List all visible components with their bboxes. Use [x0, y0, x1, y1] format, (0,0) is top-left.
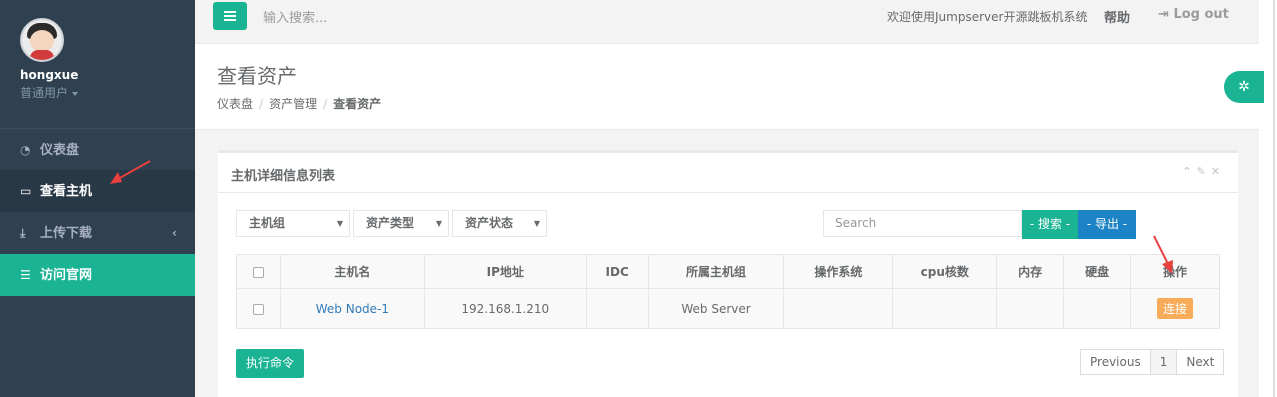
column-header: 操作: [1130, 254, 1220, 289]
column-header[interactable]: 所属主机组: [647, 254, 785, 289]
sidebar-item-upload-download[interactable]: ⤓ 上传下载 ‹: [0, 212, 195, 254]
cpu-cell: [892, 288, 998, 329]
panel-header: 主机详细信息列表 ⌃✎✕: [218, 153, 1238, 193]
column-header[interactable]: IDC: [585, 254, 649, 289]
wrench-icon[interactable]: ✎: [1197, 165, 1211, 178]
host-table: 主机名 IP地址 IDC 所属主机组 操作系统 cpu核数 内存 硬盘 操作 W…: [236, 254, 1220, 329]
breadcrumb-asset-management[interactable]: 资产管理: [269, 97, 317, 111]
help-link[interactable]: 帮助: [1104, 7, 1130, 26]
sign-out-icon: ⇥: [1158, 7, 1169, 22]
top-navbar: 输入搜索... 欢迎使用Jumpserver开源跳板机系统 帮助 ⇥ Log o…: [195, 0, 1259, 44]
dashboard-icon: ◔: [20, 143, 31, 157]
sidebar-item-view-hosts[interactable]: ▭ 查看主机: [0, 170, 195, 212]
sidebar-item-official-site[interactable]: ☰ 访问官网: [0, 254, 195, 296]
caret-down-icon: [72, 91, 79, 96]
pagination-page[interactable]: 1: [1149, 349, 1178, 375]
pagination: Previous 1 Next: [1080, 349, 1225, 375]
idc-cell: [585, 288, 649, 329]
row-checkbox[interactable]: [252, 303, 264, 315]
search-button[interactable]: - 搜索 -: [1022, 210, 1078, 239]
chevron-down-icon: ▼: [336, 219, 343, 228]
row-select-cell: [236, 288, 281, 329]
column-header[interactable]: 硬盘: [1063, 254, 1132, 289]
download-icon: ⤓: [20, 226, 26, 240]
sidebar-item-label: 访问官网: [40, 268, 93, 283]
table-header-row: 主机名 IP地址 IDC 所属主机组 操作系统 cpu核数 内存 硬盘 操作: [236, 254, 1220, 289]
export-button[interactable]: - 导出 -: [1078, 210, 1136, 239]
execute-command-button[interactable]: 执行命令: [236, 349, 304, 378]
pagination-next[interactable]: Next: [1176, 349, 1225, 375]
user-role-dropdown[interactable]: 普通用户: [20, 84, 195, 101]
action-cell: 连接: [1130, 288, 1220, 329]
avatar[interactable]: [20, 18, 64, 62]
breadcrumb: 仪表盘 / 资产管理 / 查看资产: [217, 97, 382, 111]
asset-status-select-label: 资产状态: [465, 216, 514, 230]
connect-button[interactable]: 连接: [1157, 298, 1194, 319]
ip-cell: 192.168.1.210: [423, 288, 587, 329]
column-header[interactable]: IP地址: [423, 254, 587, 289]
panel-tools: ⌃✎✕: [1182, 165, 1225, 178]
column-header[interactable]: 内存: [996, 254, 1065, 289]
panel-title: 主机详细信息列表: [231, 169, 336, 184]
table-row: Web Node-1 192.168.1.210 Web Server 连接: [236, 288, 1220, 329]
host-list-panel: 主机详细信息列表 ⌃✎✕ 主机组 ▼ 资产类型 ▼ 资产状态 ▼ Search - 搜…: [218, 150, 1238, 397]
page-heading: 查看资产 仪表盘 / 资产管理 / 查看资产: [195, 44, 1259, 130]
asset-status-select[interactable]: 资产状态 ▼: [452, 210, 547, 237]
sidebar-item-label: 查看主机: [40, 184, 93, 199]
memory-cell: [996, 288, 1065, 329]
gears-icon: ✲: [1238, 79, 1250, 95]
chevron-down-icon: ▼: [435, 219, 442, 228]
sidebar-item-label: 仪表盘: [40, 143, 80, 158]
pagination-previous[interactable]: Previous: [1080, 349, 1151, 375]
hostname-cell: Web Node-1: [279, 288, 425, 329]
top-search-input[interactable]: 输入搜索...: [263, 7, 327, 26]
scrollbar-thumb[interactable]: [1273, 0, 1275, 397]
logout-label: Log out: [1173, 7, 1229, 22]
sidebar-item-dashboard[interactable]: ◔ 仪表盘: [0, 128, 195, 170]
menu-toggle-button[interactable]: [213, 2, 247, 30]
host-group-select-label: 主机组: [249, 216, 286, 230]
os-cell: [783, 288, 894, 329]
select-all-checkbox[interactable]: [252, 266, 264, 278]
breadcrumb-current: 查看资产: [333, 97, 382, 111]
user-role-label: 普通用户: [20, 86, 69, 100]
collapse-icon[interactable]: ⌃: [1182, 165, 1196, 178]
page-title: 查看资产: [217, 64, 297, 88]
disk-cell: [1063, 288, 1132, 329]
database-icon: ☰: [20, 268, 31, 282]
theme-config-button[interactable]: ✲: [1224, 71, 1264, 103]
asset-type-select[interactable]: 资产类型 ▼: [353, 210, 449, 237]
host-group-select[interactable]: 主机组 ▼: [236, 210, 350, 237]
column-header[interactable]: 主机名: [279, 254, 425, 289]
hostname-link[interactable]: Web Node-1: [316, 302, 389, 316]
logout-link[interactable]: ⇥ Log out: [1158, 7, 1229, 22]
hdd-icon: ▭: [20, 184, 32, 198]
breadcrumb-dashboard[interactable]: 仪表盘: [217, 97, 253, 111]
chevron-left-icon: ‹: [172, 226, 177, 240]
sidebar: hongxue 普通用户 ◔ 仪表盘 ▭ 查看主机 ⤓ 上传下载 ‹ ☰ 访问官网: [0, 0, 195, 397]
user-name: hongxue: [20, 68, 79, 82]
sidebar-item-label: 上传下载: [40, 226, 93, 241]
close-icon[interactable]: ✕: [1211, 165, 1225, 178]
asset-type-select-label: 资产类型: [366, 216, 415, 230]
column-header[interactable]: 操作系统: [783, 254, 894, 289]
group-cell: Web Server: [647, 288, 785, 329]
select-all-cell: [236, 254, 281, 289]
search-input[interactable]: Search: [823, 210, 1022, 237]
chevron-down-icon: ▼: [533, 219, 540, 228]
welcome-message: 欢迎使用Jumpserver开源跳板机系统: [887, 10, 1088, 24]
column-header[interactable]: cpu核数: [892, 254, 998, 289]
user-profile: hongxue 普通用户: [0, 0, 195, 128]
